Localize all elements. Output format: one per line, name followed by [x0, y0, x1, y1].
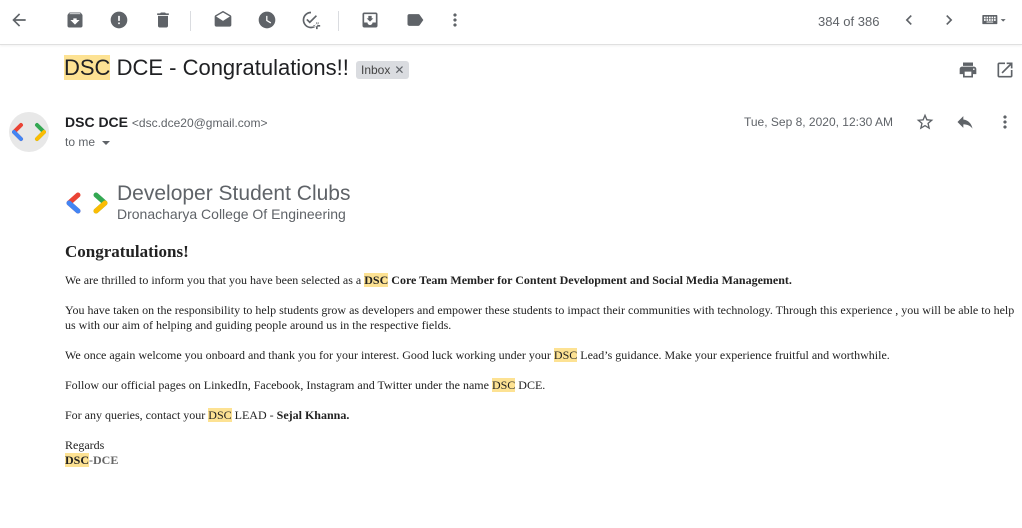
more-vert-icon — [1003, 115, 1007, 129]
open-new-window-button[interactable] — [991, 56, 1019, 84]
input-tools-button[interactable] — [976, 6, 1012, 34]
newer-button[interactable] — [895, 6, 923, 34]
print-all-button[interactable] — [954, 56, 982, 84]
pager-count: 384 of 386 — [818, 14, 880, 29]
paragraph-follow: Follow our official pages on LinkedIn, F… — [65, 378, 1020, 393]
body-heading: Congratulations! — [65, 242, 189, 261]
back-button[interactable] — [5, 6, 33, 34]
back-arrow-icon — [12, 13, 26, 27]
p1-bold: Core Team Member for Content Development… — [388, 273, 792, 287]
p1-text: We are thrilled to inform you that you h… — [65, 273, 365, 287]
paragraph-responsibility: You have taken on the responsibility to … — [65, 303, 1015, 332]
labels-button[interactable] — [401, 6, 429, 34]
mark-unread-icon — [214, 10, 232, 27]
toolbar-divider — [338, 11, 339, 31]
signature-highlight: DSC — [65, 453, 90, 467]
archive-icon — [67, 12, 83, 28]
label-icon — [407, 14, 424, 26]
more-options-button[interactable] — [441, 6, 469, 34]
email-date: Tue, Sep 8, 2020, 12:30 AM — [744, 115, 893, 129]
regards-text: Regards — [65, 438, 105, 452]
toolbar-divider — [190, 11, 191, 31]
signature-rest: -DCE — [89, 453, 119, 467]
email-body: Developer Student Clubs Dronacharya Coll… — [65, 180, 1020, 468]
star-outline-icon — [916, 113, 934, 130]
paragraph-contact: For any queries, contact your DSC LEAD -… — [65, 408, 1020, 423]
star-button[interactable] — [911, 108, 939, 136]
delete-button[interactable] — [149, 6, 177, 34]
print-icon — [959, 62, 977, 78]
p4-post: DCE. — [515, 378, 546, 392]
sender-line: DSC DCE <dsc.dce20@gmail.com> — [65, 114, 268, 130]
dsc-logo-icon — [12, 123, 46, 141]
p1-highlight: DSC — [364, 273, 389, 287]
p5-text: For any queries, contact your — [65, 408, 209, 422]
email-subject: DSC DCE - Congratulations!! — [64, 55, 349, 81]
reply-button[interactable] — [951, 108, 979, 136]
p3-text: We once again welcome you onboard and th… — [65, 348, 554, 362]
reply-icon — [957, 116, 973, 129]
toolbar: 384 of 386 — [0, 0, 1022, 45]
recipients-text: to me — [65, 135, 96, 149]
clock-icon — [258, 11, 276, 29]
chevron-left-icon — [905, 15, 912, 25]
trash-icon — [157, 12, 169, 28]
sender-email: <dsc.dce20@gmail.com> — [131, 116, 268, 130]
p4-text: Follow our official pages on LinkedIn, F… — [65, 378, 492, 392]
remove-label-icon[interactable]: ✕ — [394, 63, 404, 77]
p3-highlight: DSC — [553, 348, 578, 362]
logo-subtitle: Dronacharya College Of Engineering — [117, 206, 346, 222]
dsc-brackets-icon — [66, 192, 108, 214]
more-vert-icon — [453, 13, 457, 27]
report-spam-button[interactable] — [105, 6, 133, 34]
message-more-button[interactable] — [991, 108, 1019, 136]
subject-highlight: DSC — [64, 55, 111, 80]
dsc-logo: Developer Student Clubs Dronacharya Coll… — [65, 180, 1020, 226]
caret-down-icon — [102, 140, 111, 145]
add-task-icon — [302, 11, 321, 30]
paragraph-welcome: We once again welcome you onboard and th… — [65, 348, 1020, 363]
snooze-button[interactable] — [253, 6, 281, 34]
mark-unread-button[interactable] — [209, 6, 237, 34]
chevron-right-icon — [946, 15, 953, 25]
p3-post: Lead’s guidance. Make your experience fr… — [577, 348, 890, 362]
add-to-tasks-button[interactable] — [297, 6, 325, 34]
subject-text: DCE - Congratulations!! — [110, 55, 349, 80]
move-to-icon — [362, 12, 378, 28]
inbox-label-text: Inbox — [361, 63, 391, 77]
logo-text-block: Developer Student Clubs Dronacharya Coll… — [117, 183, 350, 223]
p5-highlight: DSC — [208, 408, 232, 422]
report-spam-icon — [110, 11, 128, 29]
inbox-label-chip[interactable]: Inbox ✕ — [356, 61, 410, 79]
logo-title: Developer Student Clubs — [117, 182, 351, 205]
move-to-button[interactable] — [356, 6, 384, 34]
older-button[interactable] — [935, 6, 963, 34]
p5-mid: LEAD - — [231, 408, 277, 422]
paragraph-selection: We are thrilled to inform you that you h… — [65, 273, 1020, 288]
recipients-toggle[interactable]: to me — [65, 135, 111, 149]
signature: DSC-DCE — [65, 453, 1020, 468]
p5-bold: Sejal Khanna. — [276, 408, 350, 422]
avatar[interactable] — [9, 112, 49, 152]
open-in-new-icon — [997, 62, 1013, 78]
sender-name[interactable]: DSC DCE — [65, 114, 128, 130]
archive-button[interactable] — [61, 6, 89, 34]
keyboard-icon — [982, 15, 1006, 25]
p4-highlight: DSC — [491, 378, 516, 392]
